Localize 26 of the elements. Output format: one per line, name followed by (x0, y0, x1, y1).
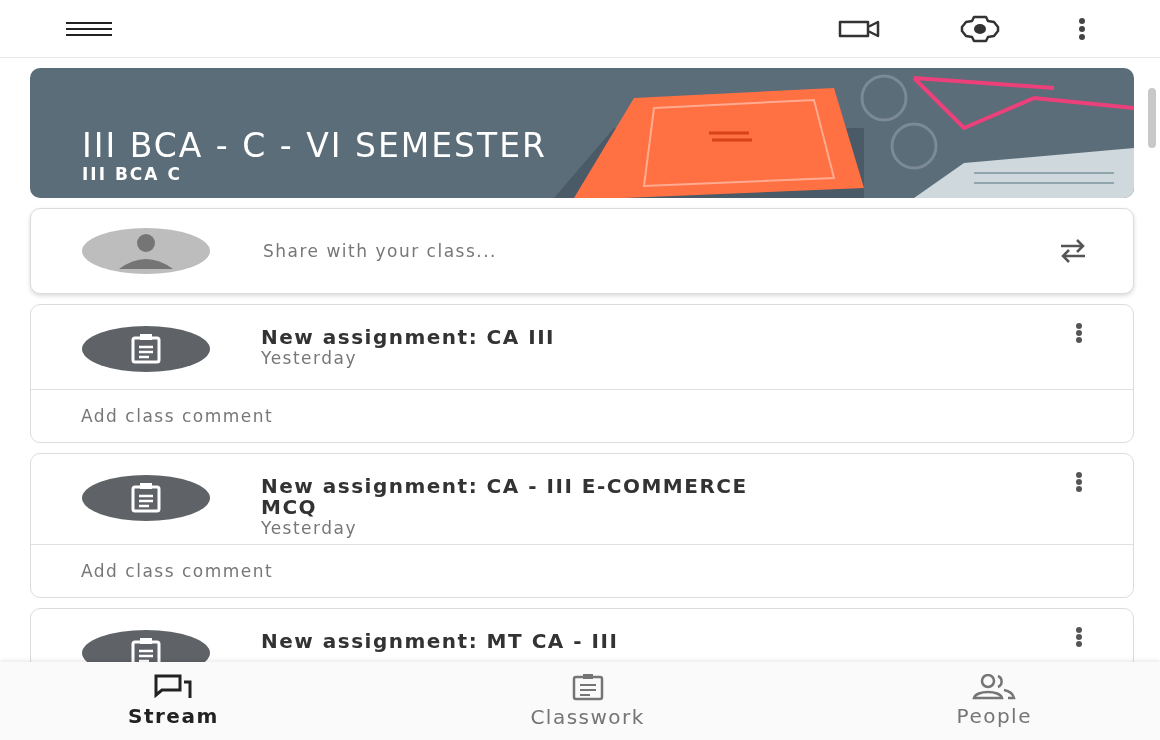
class-comment-field[interactable]: Add class comment (81, 406, 1083, 426)
more-options-icon[interactable] (1078, 16, 1086, 41)
assignment-title[interactable]: New assignment: CA - III E-COMMERCE MCQ (261, 476, 791, 518)
assignment-icon (81, 325, 211, 373)
assignment-icon (571, 673, 604, 701)
avatar-icon (81, 227, 211, 275)
assignment-icon (81, 474, 211, 522)
settings-icon[interactable] (960, 14, 1000, 43)
more-options-icon[interactable] (1075, 627, 1083, 647)
class-comment-field[interactable]: Add class comment (81, 561, 1083, 581)
repost-icon[interactable] (1059, 238, 1087, 264)
scrollbar[interactable] (1148, 88, 1156, 148)
nav-tab[interactable]: Stream (120, 662, 227, 740)
post-date: Yesterday (261, 348, 359, 368)
more-options-icon[interactable] (1075, 323, 1083, 343)
nav-tab[interactable]: People (948, 662, 1040, 740)
class-section: III BCA C (82, 164, 547, 184)
chat-bubbles-icon (154, 674, 193, 700)
nav-tab[interactable]: Classwork (522, 662, 653, 740)
assignment-title[interactable]: New assignment: CA III (261, 327, 791, 348)
class-title: III BCA - C - VI SEMESTER (82, 128, 547, 164)
people-icon (972, 674, 1017, 700)
post-date: Yesterday (261, 518, 359, 538)
menu-icon[interactable] (66, 21, 112, 36)
more-options-icon[interactable] (1075, 472, 1083, 492)
assignment-title[interactable]: New assignment: MT CA - III (261, 631, 791, 652)
